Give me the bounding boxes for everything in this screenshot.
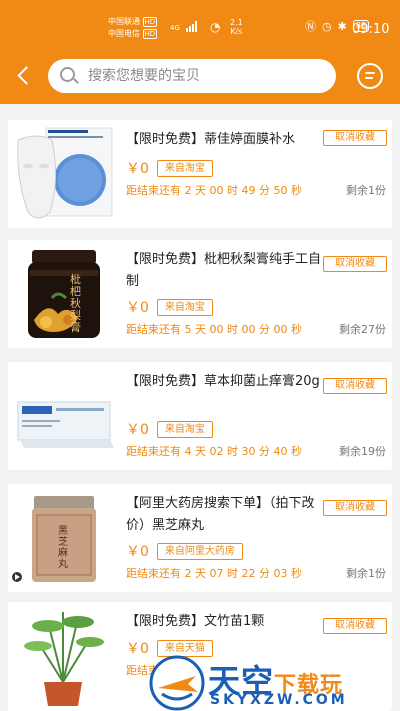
search-icon [60,67,75,82]
price-line: ￥0 来自淘宝 [126,297,213,317]
product-label: 枇杷秋梨膏 [70,273,81,334]
remaining-count: 剩余27份 [339,323,386,336]
item-title[interactable]: 【限时免费】草本抑菌止痒膏20g [126,371,322,393]
network-speed: 2.1 K/s [230,18,243,36]
search-bar[interactable] [48,59,336,93]
favorite-item[interactable]: 黑芝麻丸 【阿里大药房搜索下单】（拍下改价）黑芝麻丸 取消收藏 ￥0 来自阿里大… [8,484,392,592]
price: ￥0 [126,544,149,560]
product-image: 枇杷秋梨膏 [8,240,118,348]
item-title[interactable]: 【限时免费】文竹苗1颗 [126,611,322,633]
product-image [8,602,118,711]
price: ￥0 [126,422,149,438]
nfc-icon: Ⓝ [305,20,316,33]
price-line: ￥0 来自阿里大药房 [126,541,243,561]
remaining-count: 剩余19份 [339,445,386,458]
favorite-item[interactable]: 枇杷秋梨膏 【限时免费】枇杷秋梨膏纯手工自制 取消收藏 ￥0 来自淘宝 距结束还… [8,240,392,348]
hd-badge: HD [142,29,158,39]
item-title[interactable]: 【限时免费】枇杷秋梨膏纯手工自制 [126,249,322,293]
price: ￥0 [126,161,149,177]
product-image [8,362,118,470]
alarm-icon: ◷ [322,19,332,33]
carrier-info: 中国联通 HD 中国电信 HD [108,16,158,40]
item-title[interactable]: 【阿里大药房搜索下单】（拍下改价）黑芝麻丸 [126,493,322,537]
source-tag: 来自淘宝 [156,420,213,438]
favorite-item[interactable]: 【限时免费】草本抑菌止痒膏20g 取消收藏 ￥0 来自淘宝 距结束还有 4 天 … [8,362,392,470]
clock: 09:10 [352,22,390,37]
product-image: 黑芝麻丸 [8,484,118,592]
cancel-favorite-button[interactable]: 取消收藏 [323,256,387,272]
carrier-1: 中国联通 [108,17,140,26]
price-line: ￥0 来自淘宝 [126,419,213,439]
signal-icon: 4G [170,20,197,32]
wifi-icon: ◔ [210,20,221,34]
cancel-favorite-button[interactable]: 取消收藏 [323,130,387,146]
countdown: 距结束还有 2 天 07 时 22 分 03 秒 [126,567,302,580]
countdown: 距结束还有 2 天 00 时 49 分 50 秒 [126,184,302,197]
cancel-favorite-button[interactable]: 取消收藏 [323,618,387,634]
status-bar: 中国联通 HD 中国电信 HD 4G ◔ 2.1 K/s Ⓝ ◷ ✱ 88 09… [0,0,400,48]
play-icon[interactable] [12,572,22,582]
favorite-item[interactable]: 【限时免费】蒂佳婷面膜补水 取消收藏 ￥0 来自淘宝 距结束还有 2 天 00 … [8,120,392,228]
price: ￥0 [126,641,149,657]
carrier-2: 中国电信 [108,29,140,38]
product-label: 黑芝麻丸 [58,526,68,570]
remaining-count: 剩余1份 [346,184,386,197]
network-type: 4G [170,24,180,32]
watermark-logo: 天空下载玩 SKYXZW.COM [148,654,398,711]
cancel-favorite-button[interactable]: 取消收藏 [323,500,387,516]
source-tag: 来自阿里大药房 [156,542,243,560]
hd-badge: HD [142,17,158,27]
bluetooth-icon: ✱ [337,19,347,33]
price: ￥0 [126,300,149,316]
item-title[interactable]: 【限时免费】蒂佳婷面膜补水 [126,129,322,151]
source-tag: 来自淘宝 [156,159,213,177]
price-line: ￥0 来自淘宝 [126,158,213,178]
watermark-url: SKYXZW.COM [210,692,348,708]
search-input[interactable] [88,59,318,93]
remaining-count: 剩余1份 [346,567,386,580]
message-button[interactable] [357,63,383,89]
back-button[interactable] [14,64,38,88]
top-bar [0,48,400,104]
countdown: 距结束还有 5 天 00 时 00 分 00 秒 [126,323,302,336]
cancel-favorite-button[interactable]: 取消收藏 [323,378,387,394]
product-image [8,120,118,228]
source-tag: 来自淘宝 [156,298,213,316]
countdown: 距结束还有 4 天 02 时 30 分 40 秒 [126,445,302,458]
